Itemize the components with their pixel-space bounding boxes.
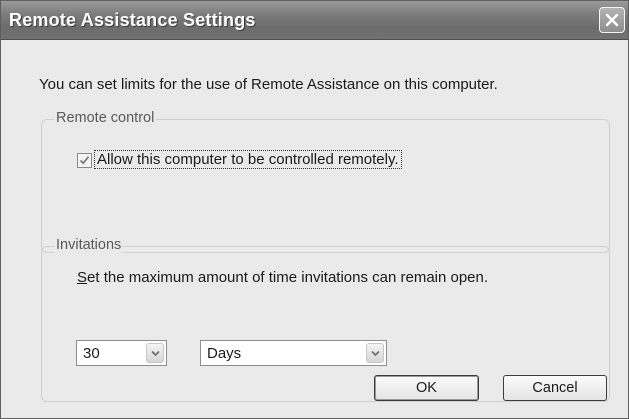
allow-remote-control-checkbox[interactable] [77, 153, 92, 168]
dialog-title: Remote Assistance Settings [9, 10, 256, 30]
cancel-button[interactable]: Cancel [503, 375, 607, 401]
close-icon [605, 13, 619, 27]
invitations-description-accelerator: S [77, 269, 88, 286]
invitations-group-label: Invitations [54, 237, 124, 253]
invitations-description-rest: et the maximum amount of time invitation… [87, 269, 489, 286]
close-button[interactable] [599, 7, 625, 33]
remote-control-group: Remote control Allow this computer to be… [41, 110, 610, 253]
invitation-unit-dropdown-button[interactable] [366, 343, 384, 363]
invitation-amount-select[interactable]: 30 [76, 340, 167, 366]
ok-button[interactable]: OK [374, 375, 479, 401]
intro-text: You can set limits for the use of Remote… [39, 76, 498, 93]
invitation-amount-value: 30 [83, 345, 100, 362]
remote-control-group-label: Remote control [54, 110, 157, 126]
title-bar[interactable]: Remote Assistance Settings [1, 1, 628, 40]
allow-remote-control-label[interactable]: Allow this computer to be controlled rem… [94, 150, 402, 169]
chevron-down-icon [151, 350, 160, 357]
checkmark-icon [79, 156, 90, 165]
invitation-unit-select[interactable]: Days [200, 340, 387, 366]
dialog-window: Remote Assistance Settings You can set l… [0, 0, 629, 419]
invitation-unit-value: Days [207, 345, 242, 362]
invitation-amount-dropdown-button[interactable] [146, 343, 164, 363]
chevron-down-icon [371, 350, 380, 357]
invitations-description: Set the maximum amount of time invitatio… [77, 269, 488, 286]
dialog-body: You can set limits for the use of Remote… [1, 40, 628, 418]
